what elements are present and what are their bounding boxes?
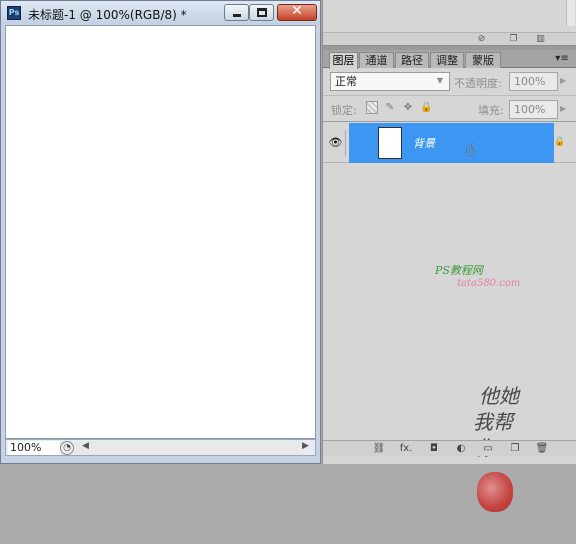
- scroll-left-icon[interactable]: ◀: [82, 441, 89, 451]
- fill-field[interactable]: 100%: [509, 100, 558, 119]
- watermark-brand: PS教程网: [435, 264, 483, 277]
- layer-lock-icon: 🔒: [554, 137, 566, 147]
- hand-cursor-icon: ☝: [466, 141, 476, 159]
- fx-icon[interactable]: fx.: [399, 443, 413, 455]
- minimize-icon: [233, 14, 241, 17]
- lock-brush-icon[interactable]: ✎: [384, 101, 396, 114]
- photoshop-icon: Ps: [7, 6, 21, 20]
- panel-dock: ⊘ ❐ ▥ 图层 通道 路径 调整 蒙版 ▾≡ 正常 ▼ 不透明度: 100% …: [322, 0, 576, 512]
- no-entry-icon[interactable]: ⊘: [476, 34, 487, 44]
- layer-selection-highlight[interactable]: 背景 🔒 ☝: [349, 123, 565, 163]
- chevron-down-icon[interactable]: ▼: [435, 76, 445, 86]
- opacity-slider-icon[interactable]: ▶: [560, 76, 566, 85]
- document-canvas[interactable]: [5, 25, 316, 439]
- tab-channels[interactable]: 通道: [359, 52, 394, 68]
- layer-name[interactable]: 背景: [413, 135, 435, 151]
- close-icon: ✕: [291, 3, 303, 19]
- lock-all-icon[interactable]: 🔒: [420, 101, 432, 114]
- new-layer-icon[interactable]: ❐: [508, 443, 522, 455]
- layer-thumbnail: [378, 127, 402, 159]
- blend-mode-select[interactable]: 正常: [330, 72, 450, 91]
- opacity-label: 不透明度:: [454, 77, 502, 90]
- scroll-right-icon[interactable]: ▶: [302, 441, 309, 451]
- layers-footer: ⛓ fx. ◘ ◐ ▭ ❐ 🗑: [323, 440, 576, 456]
- watermark-url: tata580.com: [457, 278, 521, 289]
- adjustment-icon[interactable]: ◐: [454, 443, 468, 455]
- link-icon[interactable]: ⛓: [372, 443, 386, 455]
- status-menu-icon[interactable]: ◔: [60, 441, 74, 455]
- close-button[interactable]: ✕: [277, 3, 317, 21]
- zoom-level-field[interactable]: 100%: [8, 441, 60, 455]
- document-titlebar[interactable]: Ps 未标题-1 @ 100%(RGB/8) * ✕: [1, 1, 320, 25]
- layer-row[interactable]: 👁 背景 🔒 ☝: [323, 123, 576, 163]
- lock-transparent-icon[interactable]: [366, 101, 378, 114]
- fill-label: 填充:: [478, 104, 504, 117]
- layers-tab-row: 图层 通道 路径 调整 蒙版 ▾≡: [323, 50, 576, 69]
- top-panel-scrollbar[interactable]: [566, 0, 575, 26]
- watermark-text-1: 他她: [479, 384, 519, 408]
- document-title: 未标题-1 @ 100%(RGB/8) *: [28, 8, 187, 22]
- group-icon[interactable]: ▭: [481, 443, 495, 455]
- mask-icon[interactable]: ◘: [427, 443, 441, 455]
- row-divider: [323, 95, 576, 96]
- tab-adjustments[interactable]: 调整: [430, 52, 464, 68]
- new-item-icon[interactable]: ❐: [508, 34, 519, 44]
- document-status-bar: 100% ◔ ◀ ▶: [5, 439, 316, 456]
- document-window: Ps 未标题-1 @ 100%(RGB/8) * ✕ 100% ◔ ◀ ▶: [0, 0, 321, 464]
- horizontal-scrollbar[interactable]: [76, 441, 300, 455]
- top-panel-body: [323, 0, 576, 32]
- watermark: 他她 我帮 你: [473, 380, 573, 544]
- tab-paths[interactable]: 路径: [395, 52, 429, 68]
- lock-move-icon[interactable]: ✥: [402, 101, 414, 114]
- watermark-text-2: 我帮: [473, 410, 513, 434]
- layer-list: 👁 背景 🔒 ☝ 他她 我帮 你 PS教程网 tata580.com: [323, 121, 576, 512]
- panel-menu-icon[interactable]: ▾≡: [555, 53, 569, 65]
- maximize-icon: [257, 8, 267, 17]
- tab-layers[interactable]: 图层: [329, 52, 358, 69]
- eye-icon[interactable]: 👁: [326, 130, 346, 156]
- fill-slider-icon[interactable]: ▶: [560, 104, 566, 113]
- minimize-button[interactable]: [224, 4, 249, 21]
- opacity-field[interactable]: 100%: [509, 72, 558, 91]
- seal-stamp-icon: [477, 472, 513, 512]
- lock-label: 锁定:: [331, 104, 357, 117]
- tab-masks[interactable]: 蒙版: [465, 52, 501, 68]
- trash-icon[interactable]: ▥: [535, 34, 546, 44]
- trash-icon[interactable]: 🗑: [535, 443, 549, 455]
- top-panel-footer: ⊘ ❐ ▥: [323, 32, 576, 46]
- maximize-button[interactable]: [249, 4, 274, 21]
